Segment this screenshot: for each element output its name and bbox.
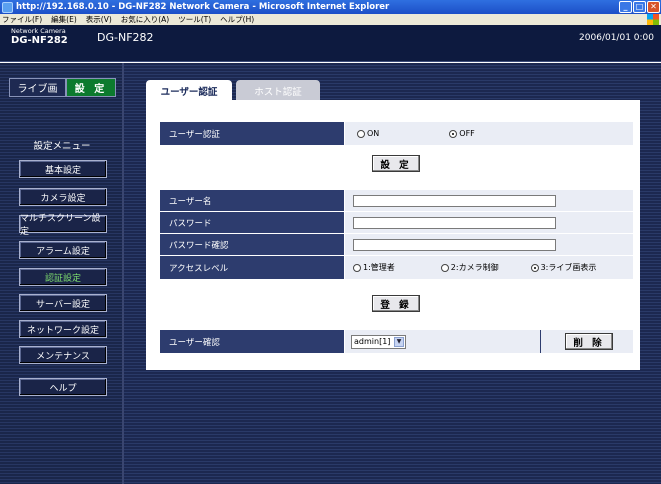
menu-favorites[interactable]: お気に入り(A) xyxy=(121,14,169,25)
radio-icon xyxy=(440,263,449,272)
radio-selected-icon xyxy=(530,263,539,272)
set-button[interactable]: 設 定 xyxy=(372,155,420,172)
sidebar: ライブ画 設 定 設定メニュー 基本設定 カメラ設定 マルチスクリーン設定 アラ… xyxy=(0,63,124,484)
sidebar-item-network[interactable]: ネットワーク設定 xyxy=(19,320,107,338)
sidebar-item-multiscreen[interactable]: マルチスクリーン設定 xyxy=(19,214,107,237)
window-titlebar: http://192.168.0.10 - DG-NF282 Network C… xyxy=(0,0,661,14)
menu-file[interactable]: ファイル(F) xyxy=(2,14,42,25)
access-camera-control-label: 2:カメラ制御 xyxy=(450,263,499,272)
minimize-button[interactable]: _ xyxy=(619,1,632,13)
access-level-row: アクセスレベル 1:管理者 2:カメラ制御 3:ライブ画表示 xyxy=(160,256,633,279)
password-confirm-input[interactable] xyxy=(353,238,556,251)
ie-icon xyxy=(2,1,13,13)
auth-off-radio[interactable]: OFF xyxy=(449,129,475,138)
user-auth-row: ユーザー認証 ON OFF xyxy=(160,122,633,145)
menu-tools[interactable]: ツール(T) xyxy=(178,14,211,25)
chevron-down-icon[interactable]: ▼ xyxy=(394,336,404,347)
network-camera-label: Network Camera xyxy=(11,27,66,35)
password-row: パスワード xyxy=(160,212,633,233)
tab-user-auth[interactable]: ユーザー認証 xyxy=(146,80,232,101)
sidebar-item-server[interactable]: サーバー設定 xyxy=(19,294,107,312)
menu-bar: ファイル(F) 編集(E) 表示(V) お気に入り(A) ツール(T) ヘルプ(… xyxy=(0,14,661,25)
live-view-tab[interactable]: ライブ画 xyxy=(9,78,66,97)
password-confirm-label: パスワード確認 xyxy=(160,234,344,255)
access-camera-control-radio[interactable]: 2:カメラ制御 xyxy=(440,262,499,273)
access-live-view-radio[interactable]: 3:ライブ画表示 xyxy=(530,262,597,273)
menu-help[interactable]: ヘルプ(H) xyxy=(220,14,254,25)
username-input[interactable] xyxy=(353,194,556,207)
user-select[interactable]: admin[1] ▼ xyxy=(351,334,406,349)
sidebar-item-help[interactable]: ヘルプ xyxy=(19,378,107,396)
datetime: 2006/01/01 0:00 xyxy=(579,33,654,43)
auth-on-radio[interactable]: ON xyxy=(357,129,379,138)
settings-tab[interactable]: 設 定 xyxy=(66,78,116,97)
user-check-row: ユーザー確認 admin[1] ▼ xyxy=(160,330,633,353)
access-level-label: アクセスレベル xyxy=(160,256,344,279)
tab-host-auth[interactable]: ホスト認証 xyxy=(236,80,320,101)
settings-menu-title: 設定メニュー xyxy=(33,141,91,152)
model-logo: DG-NF282 xyxy=(11,35,68,46)
radio-icon xyxy=(353,263,361,272)
username-row: ユーザー名 xyxy=(160,190,633,211)
menu-edit[interactable]: 編集(E) xyxy=(51,14,77,25)
password-input[interactable] xyxy=(353,216,556,229)
access-admin-radio[interactable]: 1:管理者 xyxy=(353,262,395,273)
radio-icon xyxy=(357,129,365,138)
sidebar-item-auth[interactable]: 認証設定 xyxy=(19,268,107,286)
password-label: パスワード xyxy=(160,212,344,233)
sidebar-item-camera[interactable]: カメラ設定 xyxy=(19,188,107,206)
menu-view[interactable]: 表示(V) xyxy=(86,14,112,25)
access-admin-label: 1:管理者 xyxy=(363,263,395,272)
user-select-value: admin[1] xyxy=(354,337,391,346)
radio-selected-icon xyxy=(449,129,458,138)
maximize-button[interactable]: □ xyxy=(633,1,646,13)
user-auth-label: ユーザー認証 xyxy=(160,122,344,145)
windows-logo-icon xyxy=(647,14,659,25)
divider xyxy=(540,330,541,353)
user-check-label: ユーザー確認 xyxy=(160,330,344,353)
auth-off-label: OFF xyxy=(459,129,475,138)
sidebar-item-basic[interactable]: 基本設定 xyxy=(19,160,107,178)
access-live-view-label: 3:ライブ画表示 xyxy=(540,263,597,272)
sidebar-item-alarm[interactable]: アラーム設定 xyxy=(19,241,107,259)
close-button[interactable]: ✕ xyxy=(647,1,660,13)
model-title: DG-NF282 xyxy=(97,31,154,44)
register-button[interactable]: 登 録 xyxy=(372,295,420,312)
auth-on-label: ON xyxy=(367,129,380,138)
password-confirm-row: パスワード確認 xyxy=(160,234,633,255)
delete-button[interactable]: 削 除 xyxy=(565,333,613,350)
username-label: ユーザー名 xyxy=(160,190,344,211)
window-title: http://192.168.0.10 - DG-NF282 Network C… xyxy=(16,2,390,12)
sidebar-item-maintenance[interactable]: メンテナンス xyxy=(19,346,107,364)
